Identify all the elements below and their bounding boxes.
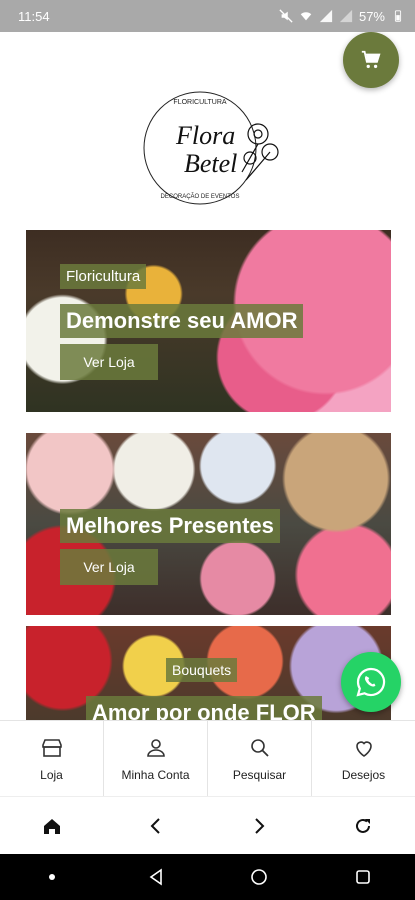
- battery-icon: [394, 10, 402, 22]
- browser-nav-bar: [0, 796, 415, 854]
- banner-presentes[interactable]: Melhores Presentes Ver Loja: [26, 433, 391, 615]
- tab-pesquisar[interactable]: Pesquisar: [208, 721, 312, 796]
- tab-desejos[interactable]: Desejos: [312, 721, 415, 796]
- tab-label: Loja: [40, 767, 63, 782]
- tab-minha-conta[interactable]: Minha Conta: [104, 721, 208, 796]
- reload-button[interactable]: [339, 802, 387, 850]
- tab-loja[interactable]: Loja: [0, 721, 104, 796]
- logo-line2: Betel: [184, 149, 237, 178]
- signal-icon: [319, 9, 333, 23]
- tab-label: Pesquisar: [232, 767, 287, 782]
- banner-bouquets[interactable]: Bouquets Amor por onde FLOR: [26, 626, 391, 720]
- store-icon: [41, 738, 62, 757]
- banner-subtitle: Bouquets: [166, 658, 238, 682]
- tab-label: Minha Conta: [121, 767, 190, 782]
- battery-percent: 57%: [358, 8, 385, 24]
- banner-title: Melhores Presentes: [60, 509, 280, 543]
- back-triangle-icon[interactable]: [147, 868, 165, 886]
- logo-bottom-text: DECORAÇÃO DE EVENTOS: [161, 193, 240, 200]
- ver-loja-button[interactable]: Ver Loja: [60, 344, 158, 380]
- banner-title: Amor por onde FLOR: [86, 696, 322, 720]
- whatsapp-button[interactable]: [341, 652, 401, 712]
- back-button[interactable]: [132, 802, 180, 850]
- system-nav-bar: [0, 854, 415, 900]
- home-button[interactable]: [28, 802, 76, 850]
- banner-floricultura[interactable]: Floricultura Demonstre seu AMOR Ver Loja: [26, 230, 391, 412]
- home-circle-icon[interactable]: [250, 868, 268, 886]
- signal2-icon: [339, 9, 353, 23]
- logo-top-text: FLORICULTURA: [173, 99, 226, 106]
- status-time: 11:54: [18, 8, 50, 24]
- chevron-right-icon: [255, 817, 265, 834]
- cart-icon: [361, 50, 381, 69]
- logo-line1: Flora: [175, 121, 235, 150]
- wifi-icon: [300, 12, 312, 21]
- reload-icon: [356, 818, 371, 833]
- home-icon: [43, 818, 60, 834]
- cart-button[interactable]: [343, 32, 399, 88]
- whatsapp-icon: [356, 667, 386, 697]
- flower-drawing-icon: [241, 123, 279, 181]
- forward-button[interactable]: [235, 802, 283, 850]
- recents-square-icon[interactable]: [354, 868, 372, 886]
- dot-icon[interactable]: [43, 868, 61, 886]
- banner-subtitle: Floricultura: [60, 264, 147, 289]
- user-icon: [146, 738, 165, 757]
- heart-icon: [355, 740, 372, 757]
- mute-icon: [279, 9, 293, 23]
- status-icons: 57%: [279, 9, 405, 24]
- brand-logo: FLORICULTURA Flora Betel DECORAÇÃO DE EV…: [143, 91, 279, 205]
- ver-loja-button[interactable]: Ver Loja: [60, 549, 158, 585]
- status-bar: 11:54 57%: [0, 0, 415, 32]
- banner-title: Demonstre seu AMOR: [60, 304, 304, 338]
- bottom-tabbar: Loja Minha Conta Pesquisar Desejos: [0, 720, 415, 796]
- chevron-left-icon: [150, 817, 160, 834]
- search-icon: [250, 738, 269, 757]
- tab-label: Desejos: [341, 767, 386, 782]
- app-content: FLORICULTURA Flora Betel DECORAÇÃO DE EV…: [0, 32, 415, 720]
